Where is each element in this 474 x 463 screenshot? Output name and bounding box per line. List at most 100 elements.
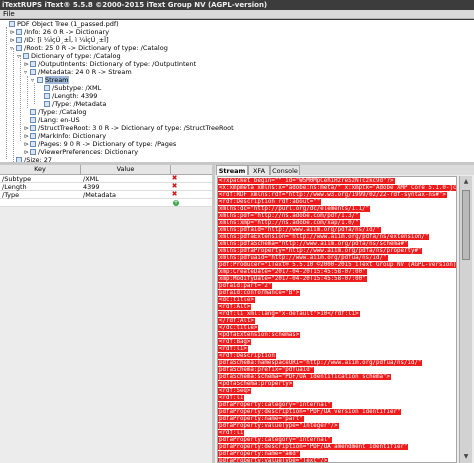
xml-line-text: <rdf:li [218, 395, 245, 401]
xml-line-text: </rdf:Alt> [218, 318, 255, 324]
key-icon [30, 117, 36, 123]
xml-line: </dc:title> [218, 325, 259, 332]
table-row[interactable]: /Type/Metadata ✖ [0, 191, 212, 199]
key-icon [30, 109, 36, 115]
xml-line-text: pdfaid:conformance="B"> [218, 290, 301, 296]
tree-node[interactable]: /Subtype: /XML [38, 84, 101, 92]
xml-line-text: pdfaProperty:category="internal" [218, 437, 332, 443]
xml-line: xmlns:dc="http://purl.org/dc/elements/1.… [218, 206, 371, 213]
delete-entry-icon[interactable]: ✖ [171, 175, 178, 182]
tree-node[interactable]: ⊳/Pages: 9 0 R -> Dictionary of type: /P… [24, 140, 176, 148]
tree-node[interactable]: /Type: /Metadata [38, 100, 106, 108]
column-header-value[interactable]: Value [81, 165, 171, 174]
tab-xfa[interactable]: XFA [248, 165, 270, 175]
tree-node[interactable]: ⊳/ViewerPreferences: Dictionary [24, 148, 138, 156]
tree-node[interactable]: ⊳/StructTreeRoot: 3 0 R -> Dictionary of… [24, 124, 234, 132]
xml-line: xmlns:pdfaSchema="http://www.aiim.org/pd… [218, 241, 409, 248]
xml-line: pdfaSchema:schema="PDF/UA identification… [218, 374, 392, 381]
xml-line-text: <pdfaExtension:schemas> [218, 332, 301, 338]
tree-guide-line [34, 83, 35, 104]
tree-node-label: /MarkInfo: Dictionary [38, 132, 107, 140]
tree-node[interactable]: ⊳/MarkInfo: Dictionary [24, 132, 106, 140]
scroll-down-icon[interactable]: ▼ [462, 453, 470, 461]
xml-line: <x:xmpmeta xmlns:x="adobe:ns:meta/" x:xm… [218, 185, 456, 192]
tree-node[interactable]: ▿ Dictionary of type: /Catalog [17, 52, 121, 60]
xml-line: pdfaProperty:valueType="Text"/> [218, 458, 329, 463]
table-row[interactable]: + [0, 199, 212, 207]
xml-line: <pdfaSchema:property> [218, 381, 294, 388]
xml-line: pdfaProperty:category="internal" [218, 437, 332, 444]
tree-node[interactable]: PDF Object Tree (1_passed.pdf) [3, 20, 119, 28]
delete-entry-icon[interactable]: ✖ [171, 191, 178, 198]
tree-node-label: /Metadata: 24 0 R -> Stream [38, 68, 132, 76]
tree-node[interactable]: /Lang: en-US [24, 116, 80, 124]
column-header-action [171, 165, 212, 174]
tree-node-label: /Length: 4399 [52, 92, 98, 100]
xml-line-text: <rdf:Bag> [218, 339, 252, 345]
table-cell-value: /XML [83, 175, 99, 183]
tree-node-label: /Pages: 9 0 R -> Dictionary of type: /Pa… [38, 140, 177, 148]
table-row[interactable]: /Subtype/XML ✖ [0, 175, 212, 183]
table-cell-key: /Type [2, 191, 20, 199]
xml-stream-text[interactable]: <?xpacket begin="" id="W5M0MpCehiHzreSzN… [217, 176, 457, 463]
xml-line-text: xmlns:pdfaSchema="http://www.aiim.org/pd… [218, 241, 409, 247]
xml-line-text: pdfaSchema:namespaceURI="http://www.aiim… [218, 360, 423, 366]
delete-entry-icon[interactable]: ✖ [171, 183, 178, 190]
tree-node[interactable]: ⊳/OutputIntents: Dictionary of type: /Ou… [24, 60, 196, 68]
xml-line: pdfaProperty:valueType="Integer"/> [218, 423, 339, 430]
xml-line: <?xpacket begin="" id="W5M0MpCehiHzreSzN… [218, 178, 395, 185]
tree-node-label: /ViewerPreferences: Dictionary [38, 148, 139, 156]
xml-line: pdfaProperty:description="PDF/UA version… [218, 409, 402, 416]
tree-node-label: /ID: [ì ¼ÌçÚ¸±Ï, ì ¼ÌçÚ¸±Ï] [24, 36, 109, 44]
tree-node-label: /StructTreeRoot: 3 0 R -> Dictionary of … [38, 124, 234, 132]
xml-line: <pdfaExtension:schemas> [218, 332, 301, 339]
key-icon [44, 101, 50, 107]
menu-file[interactable]: File [3, 10, 15, 18]
xml-line-text: pdfaSchema:schema="PDF/UA identification… [218, 374, 392, 380]
xml-line-text: <?xpacket begin="" id="W5M0MpCehiHzreSzN… [218, 178, 395, 184]
xml-line: <dc:title> [218, 297, 255, 304]
xml-line-text: <rdf:RDF xmlns:rdf="http://www.w3.org/19… [218, 192, 447, 198]
xml-line-text: xmp:ModifyDate="2017-04-20T15:45:58-07:0… [218, 276, 367, 282]
tree-node[interactable]: /Length: 4399 [38, 92, 97, 100]
xml-line: xmp:CreateDate="2017-04-20T15:45:58-07:0… [218, 269, 367, 276]
stream-icon [37, 77, 43, 83]
folder-icon [30, 69, 36, 75]
xml-line-text: xmlns:pdfaid="http://www.aiim.org/pdfa/n… [218, 227, 381, 233]
tree-guide-line [6, 27, 7, 159]
scroll-up-icon[interactable]: ▲ [462, 178, 470, 186]
add-entry-icon[interactable]: + [173, 200, 179, 206]
xml-line-text: pdfaProperty:valueType="Text"/> [218, 458, 329, 463]
tree-node[interactable]: ▿ Stream [31, 76, 69, 84]
tab-stream[interactable]: Stream [216, 165, 248, 175]
scrollbar-thumb[interactable] [462, 190, 470, 260]
tree-node[interactable]: ⊳/Info: 26 0 R -> Dictionary [10, 28, 109, 36]
folder-icon [30, 133, 36, 139]
xml-line: pdfaProperty:description="PDF/UA amendme… [218, 444, 409, 451]
xml-line: <rdf:Description rdf:about="" [218, 199, 322, 206]
tree-node-label: /Info: 26 0 R -> Dictionary [24, 28, 110, 36]
tree-node-label: /Type: /Metadata [52, 100, 107, 108]
tree-node-label: /Type: /Catalog [38, 108, 87, 116]
xml-line-text: </dc:title> [218, 325, 259, 331]
tree-guide-line [27, 76, 28, 108]
tab-console[interactable]: Console [270, 165, 300, 175]
tree-node[interactable]: ▿/Metadata: 24 0 R -> Stream [24, 68, 132, 76]
table-row[interactable]: /Length 4399 ✖ [0, 183, 212, 191]
tree-node-label: Dictionary of type: /Catalog [31, 52, 121, 60]
xml-line: </rdf:Alt> [218, 318, 255, 325]
table-header: Key Value [0, 165, 212, 175]
pdf-object-tree[interactable]: PDF Object Tree (1_passed.pdf) ⊳/Info: 26… [0, 20, 474, 162]
tree-node[interactable]: /Type: /Catalog [24, 108, 87, 116]
tree-node[interactable]: ⊳/ID: [ì ¼ÌçÚ¸±Ï, ì ¼ÌçÚ¸±Ï] [10, 36, 109, 44]
xml-line: <rdf:li [218, 430, 245, 437]
xml-line: xmlns:pdfaid="http://www.aiim.org/pdfa/n… [218, 227, 381, 234]
xml-line-text: xmlns:pdf="http://ns.adobe.com/pdf/1.3/" [218, 213, 360, 219]
xml-line: xmlns:pdfaProperty="http://www.aiim.org/… [218, 248, 423, 255]
xml-line-text: pdfaid:part="2" [218, 283, 273, 289]
xml-line: <rdf:Alt> [218, 304, 252, 311]
column-header-key[interactable]: Key [0, 165, 81, 174]
xml-line-text: <rdf:li [218, 430, 245, 436]
tree-node[interactable]: ▿/Root: 25 0 R -> Dictionary of type: /C… [10, 44, 168, 52]
vertical-scrollbar[interactable]: ▲ ▼ [459, 176, 472, 463]
